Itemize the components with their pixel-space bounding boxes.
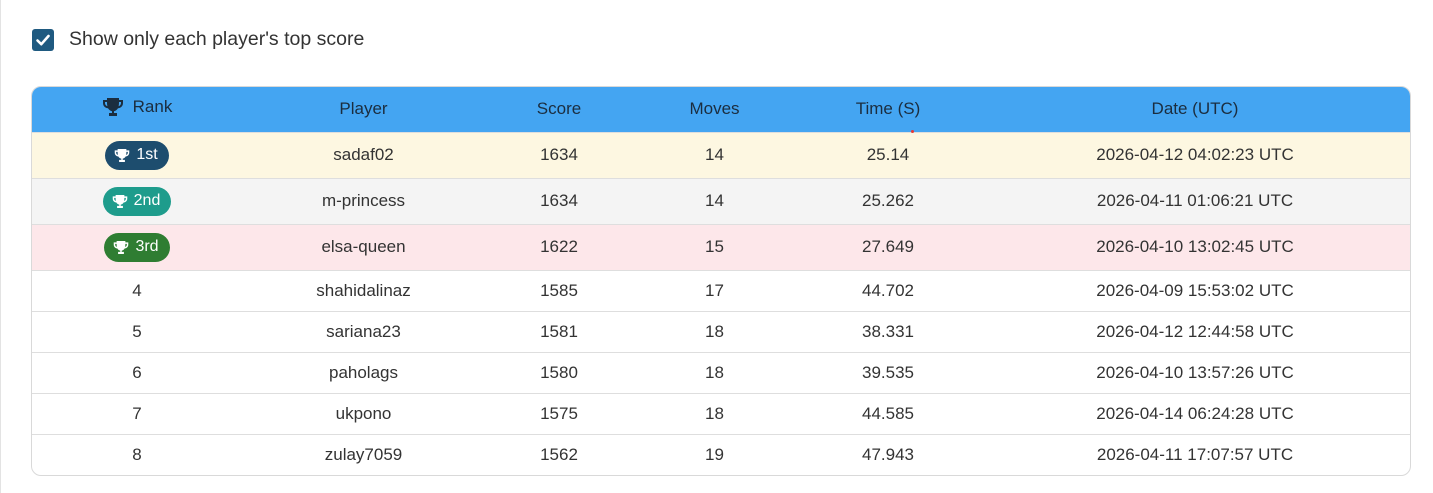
score-cell: 1585 <box>485 269 633 311</box>
table-row: 6 paholags 1580 18 39.535 2026-04-10 13:… <box>32 351 1410 393</box>
rank-label: 3rd <box>135 238 159 255</box>
time-cell: 25.262 <box>796 177 980 224</box>
player-cell: elsa-queen <box>242 223 485 270</box>
rank-cell: 4 <box>32 269 242 311</box>
date-cell: 2026-04-12 04:02:23 UTC <box>980 131 1410 178</box>
rank-cell: 5 <box>32 310 242 352</box>
rank-cell: 2nd <box>32 177 242 224</box>
rank-cell: 7 <box>32 392 242 434</box>
trophy-icon <box>115 148 130 162</box>
score-cell: 1562 <box>485 433 633 475</box>
rank-badge-1st: 1st <box>105 140 169 170</box>
moves-cell: 18 <box>633 392 796 434</box>
trophy-icon <box>114 240 129 254</box>
left-border <box>0 0 1 493</box>
date-cell: 2026-04-12 12:44:58 UTC <box>980 310 1410 352</box>
date-cell: 2026-04-09 15:53:02 UTC <box>980 269 1410 311</box>
date-cell: 2026-04-10 13:57:26 UTC <box>980 351 1410 393</box>
score-cell: 1622 <box>485 223 633 270</box>
time-cell: 47.943 <box>796 433 980 475</box>
time-cell: 27.649 <box>796 223 980 270</box>
checkmark-icon <box>36 34 50 45</box>
score-cell: 1581 <box>485 310 633 352</box>
time-header-label: Time (S) <box>855 99 921 119</box>
leaderboard-page: Show only each player's top score Rank P… <box>0 0 1433 493</box>
trophy-icon <box>102 97 123 116</box>
moves-cell: 19 <box>633 433 796 475</box>
table-row: 8 zulay7059 1562 19 47.943 2026-04-11 17… <box>32 433 1410 475</box>
score-cell: 1575 <box>485 392 633 434</box>
score-cell: 1634 <box>485 131 633 178</box>
moves-cell: 14 <box>633 131 796 178</box>
table-header-row: Rank Player Score Moves Time (S) Date (U… <box>32 87 1410 133</box>
leaderboard-table-container: Rank Player Score Moves Time (S) Date (U… <box>31 86 1411 476</box>
player-cell: paholags <box>242 351 485 393</box>
table-row: 5 sariana23 1581 18 38.331 2026-04-12 12… <box>32 310 1410 352</box>
score-cell: 1580 <box>485 351 633 393</box>
rank-badge-2nd: 2nd <box>102 186 172 216</box>
rank-cell: 6 <box>32 351 242 393</box>
player-cell: zulay7059 <box>242 433 485 475</box>
date-cell: 2026-04-10 13:02:45 UTC <box>980 223 1410 270</box>
moves-cell: 18 <box>633 310 796 352</box>
rank-label: 2nd <box>133 192 161 209</box>
rank-label: 1st <box>136 146 158 163</box>
player-cell: m-princess <box>242 177 485 224</box>
player-cell: ukpono <box>242 392 485 434</box>
rank-badge-3rd: 3rd <box>104 232 170 262</box>
column-header-moves[interactable]: Moves <box>633 87 796 132</box>
top-score-filter[interactable]: Show only each player's top score <box>32 28 364 51</box>
column-header-score[interactable]: Score <box>485 87 633 132</box>
column-header-rank[interactable]: Rank <box>32 87 242 132</box>
table-row: 2nd m-princess 1634 14 25.262 2026-04-11… <box>32 177 1410 224</box>
time-cell: 44.585 <box>796 392 980 434</box>
date-cell: 2026-04-11 17:07:57 UTC <box>980 433 1410 475</box>
moves-cell: 17 <box>633 269 796 311</box>
table-row: 4 shahidalinaz 1585 17 44.702 2026-04-09… <box>32 269 1410 311</box>
sort-indicator-dot <box>911 129 914 133</box>
table-row: 1st sadaf02 1634 14 25.14 2026-04-12 04:… <box>32 131 1410 178</box>
table-row: 7 ukpono 1575 18 44.585 2026-04-14 06:24… <box>32 392 1410 434</box>
top-score-checkbox[interactable] <box>32 28 54 51</box>
top-score-filter-label[interactable]: Show only each player's top score <box>69 28 364 51</box>
table-row: 3rd elsa-queen 1622 15 27.649 2026-04-10… <box>32 223 1410 270</box>
score-cell: 1634 <box>485 177 633 224</box>
column-header-date[interactable]: Date (UTC) <box>980 87 1410 132</box>
leaderboard-table: Rank Player Score Moves Time (S) Date (U… <box>32 87 1410 475</box>
date-cell: 2026-04-14 06:24:28 UTC <box>980 392 1410 434</box>
rank-cell: 3rd <box>32 223 242 270</box>
rank-cell: 8 <box>32 433 242 475</box>
trophy-icon <box>112 194 127 208</box>
time-cell: 44.702 <box>796 269 980 311</box>
rank-header-label: Rank <box>132 96 173 116</box>
column-header-player[interactable]: Player <box>242 87 485 132</box>
player-cell: sariana23 <box>242 310 485 352</box>
player-cell: sadaf02 <box>242 131 485 178</box>
player-cell: shahidalinaz <box>242 269 485 311</box>
time-cell: 39.535 <box>796 351 980 393</box>
time-cell: 38.331 <box>796 310 980 352</box>
moves-cell: 15 <box>633 223 796 270</box>
date-cell: 2026-04-11 01:06:21 UTC <box>980 177 1410 224</box>
column-header-time[interactable]: Time (S) <box>796 87 980 133</box>
moves-cell: 18 <box>633 351 796 393</box>
rank-cell: 1st <box>32 131 242 178</box>
time-cell: 25.14 <box>796 131 980 178</box>
moves-cell: 14 <box>633 177 796 224</box>
